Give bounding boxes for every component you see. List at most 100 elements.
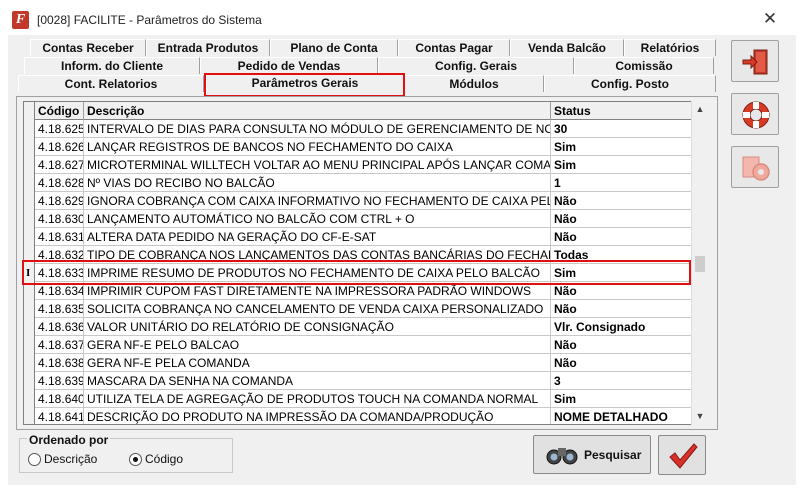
cell-status[interactable]: NOME DETALHADO <box>551 408 692 424</box>
tab-contas-receber[interactable]: Contas Receber <box>30 39 146 56</box>
help-button[interactable] <box>731 93 779 135</box>
cell-descricao[interactable]: ALTERA DATA PEDIDO NA GERAÇÃO DO CF-E-SA… <box>84 228 551 246</box>
table-row[interactable]: 4.18.633 IMPRIME RESUMO DE PRODUTOS NO FE… <box>24 264 692 282</box>
cell-codigo[interactable]: 4.18.625 <box>35 120 84 138</box>
cell-codigo[interactable]: 4.18.641 <box>35 408 84 424</box>
cell-codigo[interactable]: 4.18.631 <box>35 228 84 246</box>
exit-button[interactable] <box>731 40 779 82</box>
table-row[interactable]: 4.18.629 IGNORA COBRANÇA COM CAIXA INFORM… <box>24 192 692 210</box>
search-button[interactable]: Pesquisar <box>533 435 651 474</box>
table-row[interactable]: 4.18.630 LANÇAMENTO AUTOMÁTICO NO BALCÃO … <box>24 210 692 228</box>
cell-codigo[interactable]: 4.18.626 <box>35 138 84 156</box>
tab-modulos[interactable]: Módulos <box>404 75 544 92</box>
tab-venda-balcao[interactable]: Venda Balcão <box>510 39 624 56</box>
cell-codigo[interactable]: 4.18.637 <box>35 336 84 354</box>
cell-status[interactable]: 1 <box>551 174 692 192</box>
cell-descricao[interactable]: LANÇAMENTO AUTOMÁTICO NO BALCÃO COM CTRL… <box>84 210 551 228</box>
cell-status[interactable]: Não <box>551 336 692 354</box>
cell-descricao[interactable]: IMPRIME RESUMO DE PRODUTOS NO FECHAMENTO… <box>84 264 551 282</box>
cell-codigo[interactable]: 4.18.629 <box>35 192 84 210</box>
cell-status[interactable]: 30 <box>551 120 692 138</box>
table-row[interactable]: 4.18.641 DESCRIÇÃO DO PRODUTO NA IMPRESSÃ… <box>24 408 692 424</box>
order-by-codigo-label[interactable]: Código <box>145 452 183 466</box>
column-header-descricao[interactable]: Descrição <box>84 102 551 120</box>
table-row[interactable]: 4.18.628 Nº VIAS DO RECIBO NO BALCÃO 1 <box>24 174 692 192</box>
cell-codigo[interactable]: 4.18.632 <box>35 246 84 264</box>
cell-descricao[interactable]: LANÇAR REGISTROS DE BANCOS NO FECHAMENTO… <box>84 138 551 156</box>
cell-descricao[interactable]: Nº VIAS DO RECIBO NO BALCÃO <box>84 174 551 192</box>
tab-cont-relatorios[interactable]: Cont. Relatorios <box>18 75 204 92</box>
cell-status[interactable]: Não <box>551 354 692 372</box>
order-by-descricao-radio[interactable] <box>28 453 41 466</box>
cell-codigo[interactable]: 4.18.633 <box>35 264 84 282</box>
config-button[interactable] <box>731 146 779 188</box>
order-by-descricao-label[interactable]: Descrição <box>44 452 97 466</box>
cell-status[interactable]: Sim <box>551 264 692 282</box>
grid-vertical-scrollbar[interactable]: ▲ ▼ <box>691 101 707 425</box>
scroll-down-icon[interactable]: ▼ <box>695 411 705 421</box>
cell-descricao[interactable]: INTERVALO DE DIAS PARA CONSULTA NO MÓDUL… <box>84 120 551 138</box>
cell-status[interactable]: Não <box>551 210 692 228</box>
scroll-thumb[interactable] <box>695 256 705 272</box>
table-row[interactable]: 4.18.638 GERA NF-E PELA COMANDA Não <box>24 354 692 372</box>
table-row[interactable]: 4.18.631 ALTERA DATA PEDIDO NA GERAÇÃO DO… <box>24 228 692 246</box>
cell-descricao[interactable]: TIPO DE COBRANÇA NOS LANÇAMENTOS DAS CON… <box>84 246 551 264</box>
column-header-codigo[interactable]: Código <box>35 102 84 120</box>
cell-codigo[interactable]: 4.18.630 <box>35 210 84 228</box>
tab-relatorios[interactable]: Relatórios <box>624 39 716 56</box>
close-button[interactable]: ✕ <box>760 9 780 29</box>
cell-descricao[interactable]: GERA NF-E PELO BALCAO <box>84 336 551 354</box>
cell-status[interactable]: Todas <box>551 246 692 264</box>
cell-descricao[interactable]: MASCARA DA SENHA NA COMANDA <box>84 372 551 390</box>
cell-status[interactable]: Não <box>551 282 692 300</box>
cell-status[interactable]: Não <box>551 228 692 246</box>
table-row[interactable]: 4.18.626 LANÇAR REGISTROS DE BANCOS NO FE… <box>24 138 692 156</box>
cell-status[interactable]: Não <box>551 192 692 210</box>
cell-descricao[interactable]: IMPRIMIR CUPOM FAST DIRETAMENTE NA IMPRE… <box>84 282 551 300</box>
cell-codigo[interactable]: 4.18.628 <box>35 174 84 192</box>
cell-descricao[interactable]: UTILIZA TELA DE AGREGAÇÃO DE PRODUTOS TO… <box>84 390 551 408</box>
tab-entrada-produtos[interactable]: Entrada Produtos <box>146 39 270 56</box>
cell-codigo[interactable]: 4.18.635 <box>35 300 84 318</box>
cell-descricao[interactable]: DESCRIÇÃO DO PRODUTO NA IMPRESSÃO DA COM… <box>84 408 551 424</box>
order-by-codigo-radio[interactable] <box>129 453 142 466</box>
cell-descricao[interactable]: VALOR UNITÁRIO DO RELATÓRIO DE CONSIGNAÇ… <box>84 318 551 336</box>
scroll-up-icon[interactable]: ▲ <box>695 104 705 114</box>
table-row[interactable]: 4.18.636 VALOR UNITÁRIO DO RELATÓRIO DE C… <box>24 318 692 336</box>
table-row[interactable]: 4.18.635 SOLICITA COBRANÇA NO CANCELAMENT… <box>24 300 692 318</box>
cell-status[interactable]: 3 <box>551 372 692 390</box>
table-row[interactable]: 4.18.639 MASCARA DA SENHA NA COMANDA 3 <box>24 372 692 390</box>
parameters-grid[interactable]: Código Descrição Status 4.18.625 INTERVAL… <box>23 101 707 425</box>
table-row[interactable]: 4.18.627 MICROTERMINAL WILLTECH VOLTAR AO… <box>24 156 692 174</box>
cell-status[interactable]: Sim <box>551 390 692 408</box>
cell-status[interactable]: Vlr. Consignado <box>551 318 692 336</box>
tab-contas-pagar[interactable]: Contas Pagar <box>398 39 510 56</box>
cell-codigo[interactable]: 4.18.636 <box>35 318 84 336</box>
tab-plano-de-conta[interactable]: Plano de Conta <box>270 39 398 56</box>
tab-comissao[interactable]: Comissão <box>574 57 714 74</box>
cell-codigo[interactable]: 4.18.634 <box>35 282 84 300</box>
cell-codigo[interactable]: 4.18.627 <box>35 156 84 174</box>
table-row[interactable]: 4.18.634 IMPRIMIR CUPOM FAST DIRETAMENTE … <box>24 282 692 300</box>
table-row[interactable]: 4.18.632 TIPO DE COBRANÇA NOS LANÇAMENTOS… <box>24 246 692 264</box>
tab-inform-do-cliente[interactable]: Inform. do Cliente <box>24 57 200 74</box>
table-row[interactable]: 4.18.640 UTILIZA TELA DE AGREGAÇÃO DE PRO… <box>24 390 692 408</box>
cell-status[interactable]: Não <box>551 300 692 318</box>
tab-pedido-de-vendas[interactable]: Pedido de Vendas <box>200 57 378 74</box>
cell-codigo[interactable]: 4.18.638 <box>35 354 84 372</box>
cell-descricao[interactable]: MICROTERMINAL WILLTECH VOLTAR AO MENU PR… <box>84 156 551 174</box>
cell-codigo[interactable]: 4.18.640 <box>35 390 84 408</box>
column-header-status[interactable]: Status <box>551 102 692 120</box>
cell-descricao[interactable]: GERA NF-E PELA COMANDA <box>84 354 551 372</box>
table-row[interactable]: 4.18.637 GERA NF-E PELO BALCAO Não <box>24 336 692 354</box>
confirm-button[interactable] <box>658 435 706 475</box>
cell-status[interactable]: Sim <box>551 156 692 174</box>
cell-status[interactable]: Sim <box>551 138 692 156</box>
tab-parametros-gerais[interactable]: Parâmetros Gerais <box>206 74 404 95</box>
tab-config-posto[interactable]: Config. Posto <box>544 75 716 92</box>
tab-config-gerais[interactable]: Config. Gerais <box>378 57 574 74</box>
table-row[interactable]: 4.18.625 INTERVALO DE DIAS PARA CONSULTA … <box>24 120 692 138</box>
cell-descricao[interactable]: SOLICITA COBRANÇA NO CANCELAMENTO DE VEN… <box>84 300 551 318</box>
cell-codigo[interactable]: 4.18.639 <box>35 372 84 390</box>
cell-descricao[interactable]: IGNORA COBRANÇA COM CAIXA INFORMATIVO NO… <box>84 192 551 210</box>
